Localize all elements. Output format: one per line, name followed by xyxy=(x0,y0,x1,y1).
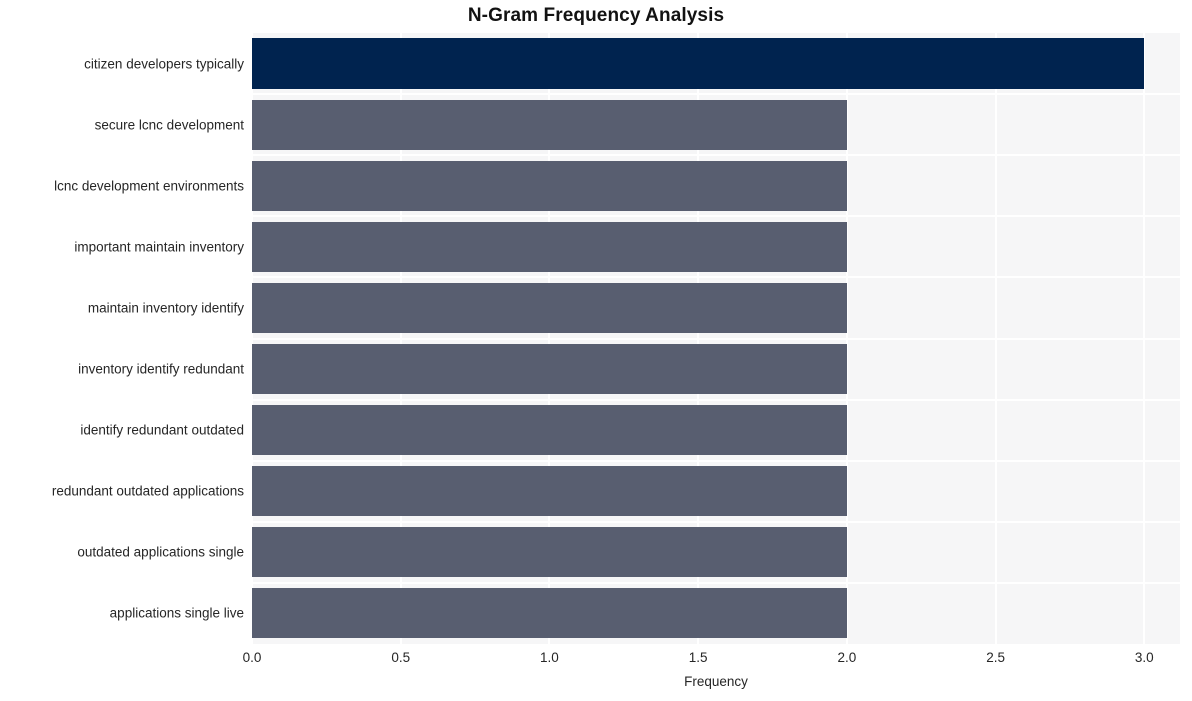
x-axis-tick-labels: 0.0 0.5 1.0 1.5 2.0 2.5 3.0 xyxy=(0,650,1192,670)
x-tick-label: 3.0 xyxy=(1134,650,1154,665)
y-tick-label: secure lcnc development xyxy=(94,117,244,133)
x-axis-title: Frequency xyxy=(684,674,748,689)
chart-title: N-Gram Frequency Analysis xyxy=(467,5,725,26)
bar-series xyxy=(252,33,1180,644)
y-tick-label: outdated applications single xyxy=(77,544,244,560)
bar xyxy=(252,527,847,578)
y-tick-label: identify redundant outdated xyxy=(80,422,244,438)
bar xyxy=(252,221,847,272)
bar xyxy=(252,38,1145,89)
x-tick-label: 0.5 xyxy=(391,650,411,665)
bar xyxy=(252,160,847,211)
x-tick-label: 0.0 xyxy=(242,650,262,665)
plot-area xyxy=(251,33,1180,644)
y-tick-label: citizen developers typically xyxy=(84,56,244,72)
y-tick-label: important maintain inventory xyxy=(74,239,244,255)
y-tick-label: inventory identify redundant xyxy=(78,361,244,377)
y-axis-tick-labels: citizen developers typically secure lcnc … xyxy=(0,33,244,644)
bar xyxy=(252,588,847,639)
bar xyxy=(252,282,847,333)
y-tick-label: maintain inventory identify xyxy=(87,300,244,316)
bar xyxy=(252,466,847,517)
chart-figure: N-Gram Frequency Analysis citizen develo… xyxy=(0,0,1192,701)
x-tick-label: 2.0 xyxy=(837,650,857,665)
y-tick-label: lcnc development environments xyxy=(54,178,244,194)
bar xyxy=(252,405,847,456)
y-tick-label: redundant outdated applications xyxy=(51,483,244,499)
x-tick-label: 1.5 xyxy=(688,650,708,665)
x-tick-label: 1.0 xyxy=(540,650,559,665)
bar xyxy=(252,99,847,150)
y-tick-label: applications single live xyxy=(109,605,244,621)
x-tick-label: 2.5 xyxy=(986,650,1005,665)
bar xyxy=(252,343,847,395)
